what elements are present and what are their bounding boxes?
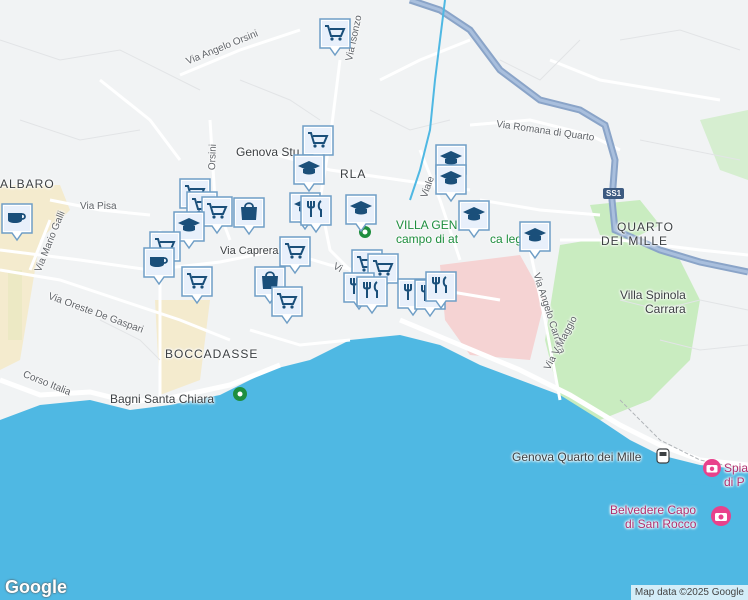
label-quarto-line1: QUARTO	[617, 220, 674, 234]
street-orsini: Orsini	[207, 143, 219, 171]
cart-marker[interactable]	[180, 265, 214, 305]
label-spia-2: di P	[724, 475, 745, 489]
label-albaro: ALBARO	[0, 177, 55, 191]
label-villa-gentile-1: VILLA GEN	[396, 218, 458, 232]
label-genova-sturla-right: RLA	[340, 167, 367, 181]
school-marker[interactable]	[434, 163, 468, 203]
label-belvedere-2: di San Rocco	[625, 517, 697, 531]
label-villa-spinola-2: Carrara	[645, 302, 686, 316]
google-logo: Google	[5, 577, 67, 597]
street-via-caprera: Via Caprera	[220, 245, 279, 257]
label-villa-gentile-2: campo di at	[396, 232, 459, 246]
map-canvas[interactable]: ALBARO QUARTO DEI MILLE BOCCADASSE Genov…	[0, 0, 748, 600]
restaurant-marker[interactable]	[299, 194, 333, 234]
label-bagni-santa-chiara: Bagni Santa Chiara	[110, 392, 215, 406]
bag-marker[interactable]	[232, 196, 266, 236]
cart-marker[interactable]	[318, 17, 352, 57]
cart-marker[interactable]	[270, 285, 304, 325]
train-station-icon[interactable]	[656, 448, 670, 464]
coffee-marker[interactable]	[0, 202, 34, 242]
attraction-camera-icon[interactable]	[702, 458, 722, 478]
school-marker[interactable]	[344, 193, 378, 233]
school-marker[interactable]	[518, 220, 552, 260]
restaurant-marker[interactable]	[355, 275, 389, 315]
label-belvedere-1: Belvedere Capo	[610, 503, 697, 517]
label-spia-1: Spia	[724, 461, 748, 475]
beach-pin-icon[interactable]	[232, 386, 248, 402]
restaurant-marker[interactable]	[424, 270, 458, 310]
label-villa-spinola-1: Villa Spinola	[620, 288, 686, 302]
label-quarto-line2: DEI MILLE	[601, 234, 669, 248]
map-attribution[interactable]: Map data ©2025 Google	[630, 585, 748, 600]
school-marker[interactable]	[457, 199, 491, 239]
viewpoint-camera-icon[interactable]	[710, 505, 732, 527]
street-via-pisa: Via Pisa	[80, 201, 117, 212]
road-shield-ss1: SS1	[603, 188, 625, 199]
school-marker[interactable]	[292, 153, 326, 193]
label-genova-quarto-station: Genova Quarto dei Mille	[512, 450, 642, 464]
label-boccadasse: BOCCADASSE	[165, 347, 259, 361]
coffee-marker[interactable]	[142, 246, 176, 286]
label-genova-sturla-left: Genova Stu	[236, 145, 300, 159]
